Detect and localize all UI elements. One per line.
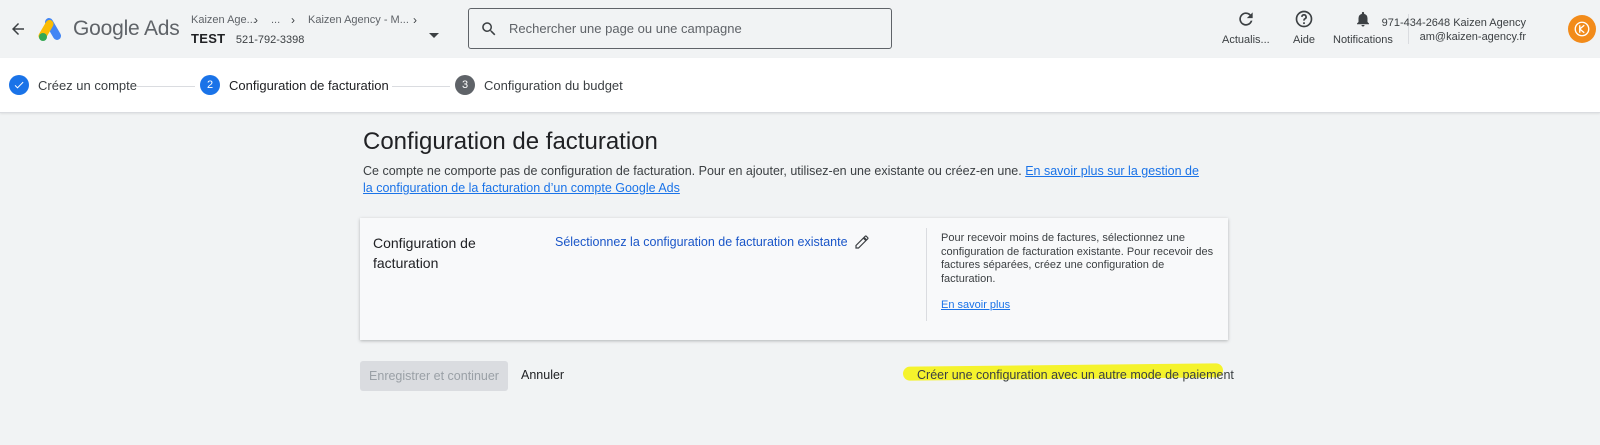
select-existing-billing-label: Sélectionnez la configuration de factura… bbox=[555, 235, 848, 249]
search-bar[interactable] bbox=[468, 8, 892, 49]
breadcrumb-account[interactable]: Kaizen Agency - M... bbox=[308, 14, 409, 26]
step-budget-setup[interactable]: 3 Configuration du budget bbox=[455, 75, 623, 95]
brand-name: Google Ads bbox=[73, 17, 180, 40]
user-account-line: 971-434-2648 Kaizen Agency bbox=[1381, 17, 1526, 29]
create-alt-payment-link[interactable]: Créer une configuration avec un autre mo… bbox=[917, 368, 1234, 382]
avatar[interactable] bbox=[1568, 15, 1596, 43]
chevron-right-icon: › bbox=[291, 13, 295, 27]
billing-setup-card: Configuration de facturation Sélectionne… bbox=[360, 218, 1228, 340]
pencil-icon[interactable] bbox=[854, 234, 870, 250]
search-input[interactable] bbox=[509, 21, 869, 36]
account-id: 521-792-3398 bbox=[235, 34, 305, 46]
account-name: TEST bbox=[191, 31, 226, 46]
select-existing-billing-link[interactable]: Sélectionnez la configuration de factura… bbox=[555, 234, 870, 250]
step-connector bbox=[137, 86, 195, 87]
help-icon bbox=[1294, 8, 1314, 30]
account-selector[interactable]: TEST 521-792-3398 bbox=[191, 30, 304, 48]
step-connector bbox=[392, 86, 450, 87]
search-icon bbox=[469, 20, 509, 38]
refresh-icon bbox=[1236, 8, 1256, 30]
card-label: Configuration de facturation bbox=[373, 235, 476, 271]
chevron-right-icon: › bbox=[413, 13, 417, 27]
refresh-label: Actualis... bbox=[1222, 34, 1270, 46]
card-help: Pour recevoir moins de factures, sélecti… bbox=[941, 232, 1216, 313]
step-label: Configuration du budget bbox=[484, 77, 623, 93]
step-label: Configuration de facturation bbox=[229, 77, 389, 93]
page-description: Ce compte ne comporte pas de configurati… bbox=[363, 163, 1203, 197]
back-arrow-icon[interactable] bbox=[6, 17, 30, 41]
stepper: Créez un compte 2 Configuration de factu… bbox=[0, 58, 1600, 113]
google-ads-logo-icon bbox=[38, 16, 66, 42]
page-title: Configuration de facturation bbox=[363, 128, 658, 155]
step-create-account[interactable]: Créez un compte bbox=[9, 75, 137, 95]
help-button[interactable]: Aide bbox=[1293, 8, 1315, 46]
top-bar: Google Ads Kaizen Age... › ... › Kaizen … bbox=[0, 0, 1600, 58]
card-help-text: Pour recevoir moins de factures, sélecti… bbox=[941, 232, 1214, 285]
step-billing-setup[interactable]: 2 Configuration de facturation bbox=[200, 75, 389, 95]
cancel-button[interactable]: Annuler bbox=[521, 368, 564, 382]
check-icon bbox=[9, 75, 29, 95]
user-email: am@kaizen-agency.fr bbox=[1419, 31, 1526, 43]
card-divider bbox=[926, 228, 927, 321]
user-info[interactable]: 971-434-2648 Kaizen Agency am@kaizen-age… bbox=[1382, 16, 1526, 44]
save-continue-button[interactable]: Enregistrer et continuer bbox=[360, 361, 508, 391]
step-label: Créez un compte bbox=[38, 77, 137, 93]
chevron-right-icon: › bbox=[254, 13, 258, 27]
description-text: Ce compte ne comporte pas de configurati… bbox=[363, 164, 1026, 178]
step-number: 2 bbox=[200, 75, 220, 95]
card-learn-more-link[interactable]: En savoir plus bbox=[941, 299, 1010, 313]
breadcrumb-middle[interactable]: ... bbox=[271, 14, 280, 26]
refresh-button[interactable]: Actualis... bbox=[1222, 8, 1270, 46]
step-number: 3 bbox=[455, 75, 475, 95]
account-dropdown-icon[interactable] bbox=[429, 33, 439, 38]
bell-icon bbox=[1354, 8, 1372, 30]
breadcrumb-manager[interactable]: Kaizen Age... bbox=[191, 14, 256, 26]
help-label: Aide bbox=[1293, 34, 1316, 46]
